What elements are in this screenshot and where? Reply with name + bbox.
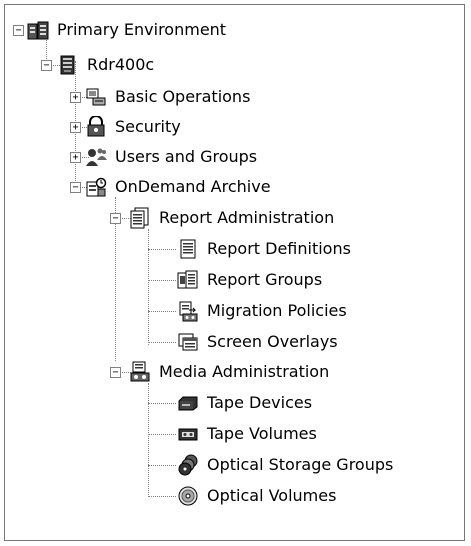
tree-node-label: Basic Operations — [115, 87, 251, 106]
tape-volume-icon — [177, 423, 199, 445]
security-icon — [85, 115, 107, 138]
tree-connector — [148, 496, 176, 497]
tree-node-label: Migration Policies — [207, 301, 347, 320]
archive-icon — [85, 176, 107, 198]
tree-node-label: Report Administration — [159, 208, 335, 227]
tree-node-security[interactable]: Security — [85, 113, 183, 141]
tree-node-users-groups[interactable]: Users and Groups — [85, 143, 259, 171]
tree-node-label: Report Definitions — [207, 239, 351, 258]
tape-device-icon — [177, 392, 199, 414]
tree-connector — [148, 280, 176, 281]
expand-collapse-button-server[interactable]: − — [41, 60, 52, 71]
tree-node-basic-operations[interactable]: Basic Operations — [85, 83, 252, 111]
tree-connector — [148, 465, 176, 466]
collapse-button-ondemand[interactable]: − — [70, 182, 81, 193]
tree-node-label: Users and Groups — [115, 147, 258, 166]
tree-node-label: Optical Volumes — [207, 486, 337, 505]
collapse-button-media-admin[interactable]: − — [110, 367, 121, 378]
navigation-tree: − − + + + − − − Primary Environment Rdr4… — [5, 5, 464, 540]
tree-connector — [148, 249, 176, 250]
tree-node-media-administration[interactable]: Media Administration — [129, 358, 331, 386]
tree-node-report-definitions[interactable]: Report Definitions — [177, 235, 353, 263]
tree-view-panel: − − + + + − − − Primary Environment Rdr4… — [4, 4, 465, 541]
tree-node-label: Optical Storage Groups — [207, 455, 394, 474]
tree-connector — [75, 61, 76, 181]
expand-button-basic-operations[interactable]: + — [70, 92, 81, 103]
tree-node-report-groups[interactable]: Report Groups — [177, 266, 324, 294]
report-groups-icon — [177, 269, 199, 291]
tree-connector — [148, 229, 149, 345]
media-admin-icon — [129, 361, 151, 383]
screen-overlays-icon — [177, 331, 199, 353]
tree-node-primary-environment[interactable]: Primary Environment — [27, 16, 228, 44]
basic-operations-icon — [85, 86, 107, 108]
tree-node-label: Media Administration — [159, 362, 330, 381]
tree-node-tape-devices[interactable]: Tape Devices — [177, 389, 314, 417]
optical-storage-groups-icon — [177, 454, 199, 476]
tree-node-server[interactable]: Rdr400c — [57, 51, 156, 79]
tree-connector — [148, 434, 176, 435]
tree-node-label: Tape Volumes — [207, 424, 317, 443]
report-admin-icon — [129, 207, 151, 229]
server-icon — [57, 54, 79, 76]
users-groups-icon — [85, 146, 107, 168]
expand-button-users-groups[interactable]: + — [70, 152, 81, 163]
tree-node-label: OnDemand Archive — [115, 177, 271, 196]
tree-node-label: Report Groups — [207, 270, 323, 289]
report-definitions-icon — [177, 238, 199, 260]
tree-node-tape-volumes[interactable]: Tape Volumes — [177, 420, 319, 448]
tree-node-label: Tape Devices — [207, 393, 313, 412]
tree-node-screen-overlays[interactable]: Screen Overlays — [177, 328, 340, 356]
tree-node-label: Screen Overlays — [207, 332, 338, 351]
tree-node-report-administration[interactable]: Report Administration — [129, 204, 336, 232]
optical-volume-icon — [177, 485, 199, 507]
tree-connector — [148, 342, 176, 343]
tree-node-optical-storage-groups[interactable]: Optical Storage Groups — [177, 451, 395, 479]
tree-node-ondemand-archive[interactable]: OnDemand Archive — [85, 173, 273, 201]
expand-button-security[interactable]: + — [70, 122, 81, 133]
tree-node-label: Security — [115, 117, 181, 136]
expand-collapse-button-root[interactable]: − — [13, 25, 24, 36]
tree-connector — [148, 311, 176, 312]
migration-policies-icon — [177, 300, 199, 322]
tree-connector — [148, 403, 176, 404]
collapse-button-report-admin[interactable]: − — [110, 213, 121, 224]
tree-connector — [148, 383, 149, 497]
tree-node-migration-policies[interactable]: Migration Policies — [177, 297, 349, 325]
tree-node-label: Primary Environment — [57, 20, 227, 39]
tree-node-label: Rdr400c — [87, 55, 155, 74]
environment-icon — [27, 19, 49, 41]
tree-node-optical-volumes[interactable]: Optical Volumes — [177, 482, 338, 510]
